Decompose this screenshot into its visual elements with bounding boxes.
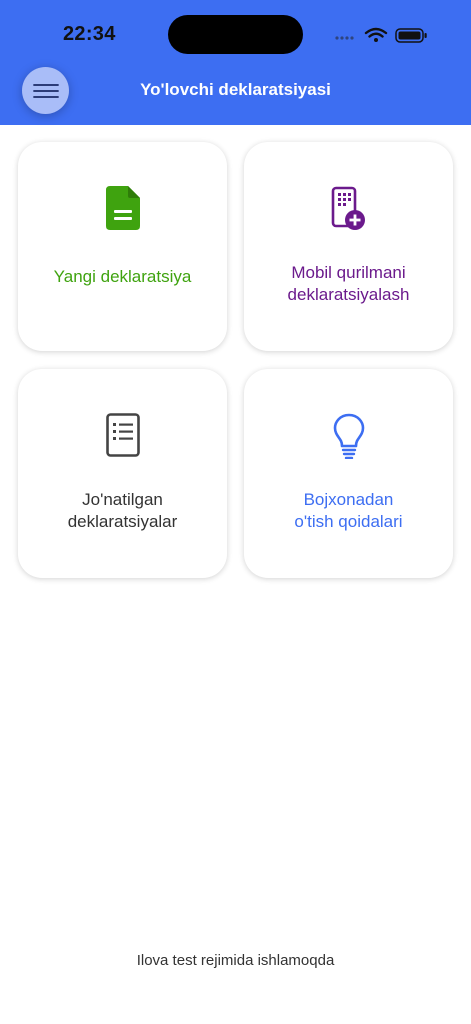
new-declaration-card[interactable]: Yangi deklaratsiya — [18, 142, 227, 351]
mobile-device-declaration-card[interactable]: Mobil qurilmani deklaratsiyalash — [244, 142, 453, 351]
page-title: Yo'lovchi deklaratsiyasi — [140, 80, 331, 99]
sent-declarations-label: Jo'natilgan deklaratsiyalar — [67, 490, 178, 531]
wifi-icon — [364, 27, 388, 38]
dynamic-island — [168, 15, 303, 54]
lightbulb-icon — [333, 413, 364, 459]
document-icon — [105, 186, 140, 230]
battery-icon — [395, 28, 427, 43]
sent-declarations-card[interactable]: Jo'natilgan deklaratsiyalar — [18, 369, 227, 578]
app-header: 22:34 Yo'lovchi deklaratsiyasi — [0, 0, 471, 125]
mobile-device-add-icon — [331, 186, 365, 230]
status-icons — [335, 27, 427, 43]
list-document-icon — [105, 413, 140, 457]
status-bar-time: 22:34 — [63, 23, 116, 45]
test-mode-notice: Ilova test rejimida ishlamoqda — [136, 952, 335, 969]
new-declaration-label: Yangi deklaratsiya — [53, 267, 192, 286]
customs-rules-label: Bojxonadan o'tish qoidalari — [294, 490, 403, 531]
mobile-device-declaration-label: Mobil qurilmani deklaratsiyalash — [287, 263, 410, 304]
cellular-signal-icon — [335, 36, 354, 40]
customs-rules-card[interactable]: Bojxonadan o'tish qoidalari — [244, 369, 453, 578]
